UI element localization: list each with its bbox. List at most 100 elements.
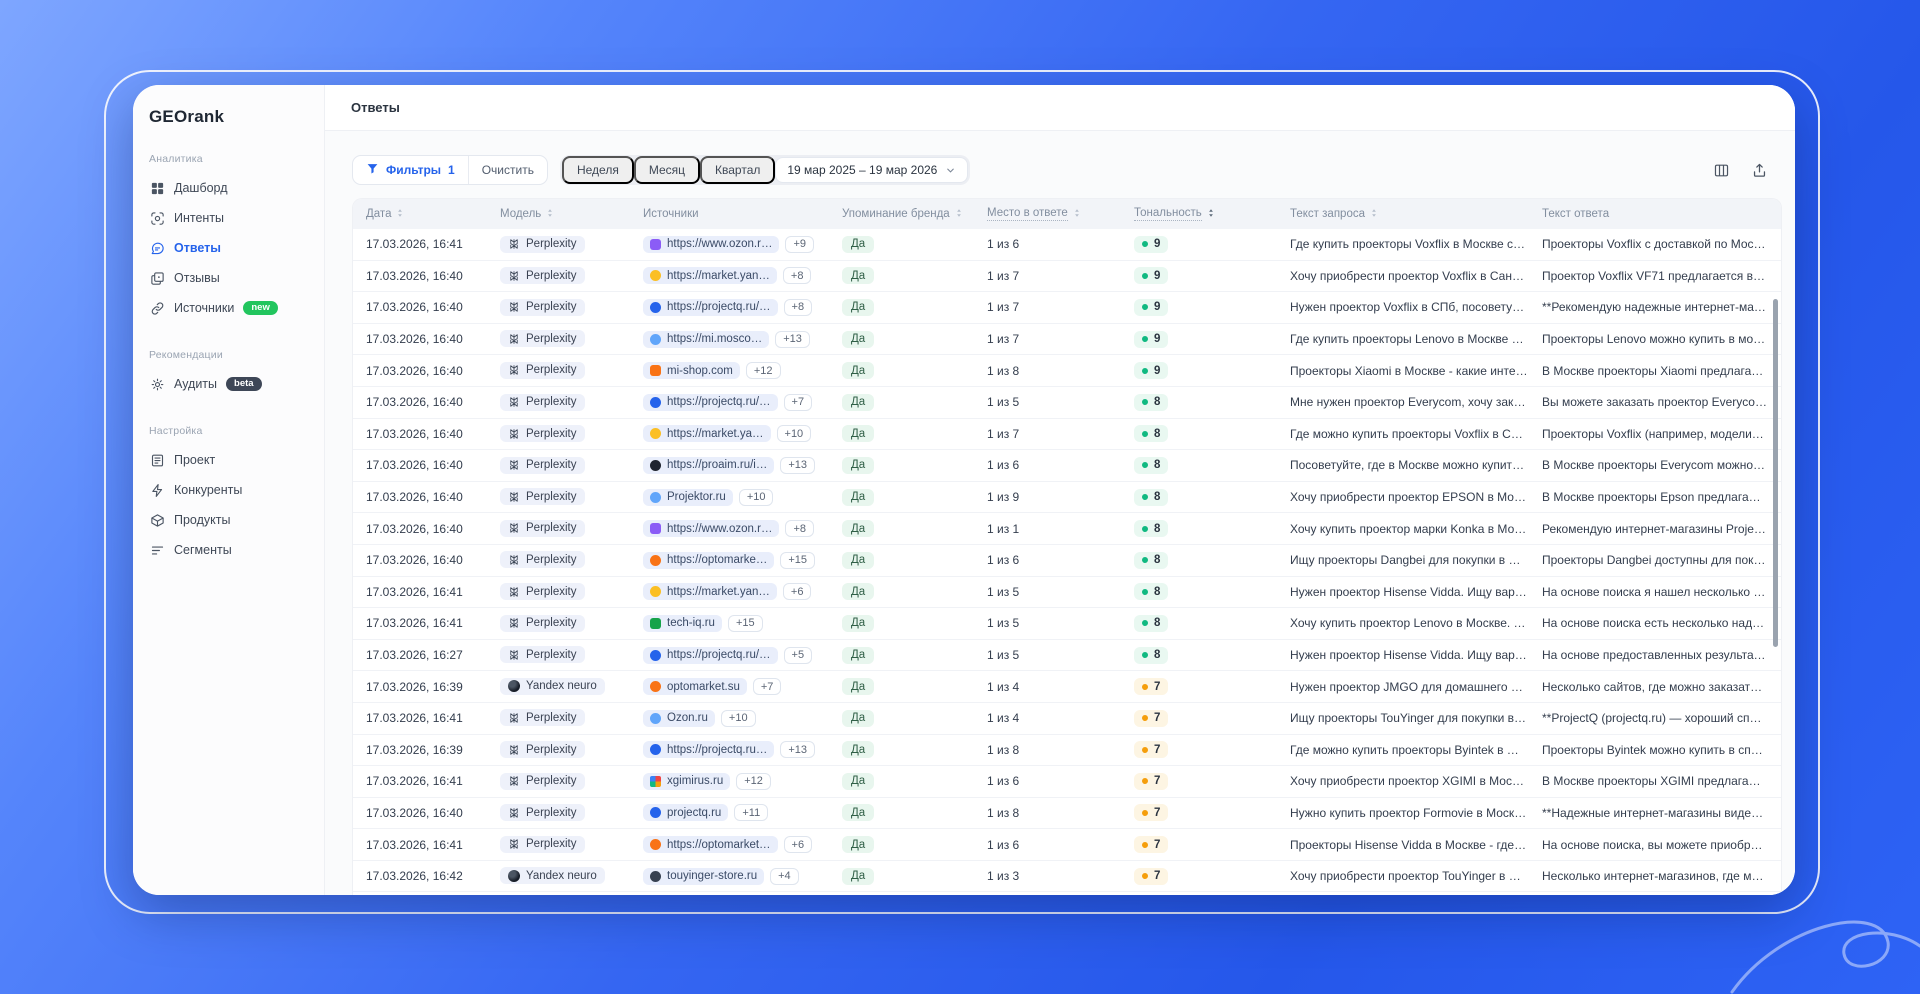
extra-sources-count[interactable]: +7 xyxy=(783,393,813,411)
table-row[interactable]: 17.03.2026, 16:40 Perplexity https://mi.mo… xyxy=(353,324,1781,356)
extra-sources-count[interactable]: +8 xyxy=(783,298,813,316)
page-title: Ответы xyxy=(351,100,400,115)
table-row[interactable]: 17.03.2026, 16:41 Perplexity https://optom… xyxy=(353,829,1781,861)
source-chip[interactable]: https://www.ozon.r… xyxy=(643,235,780,253)
extra-sources-count[interactable]: +9 xyxy=(785,235,815,253)
table-row[interactable]: 17.03.2026, 16:40 Perplexity https://optom… xyxy=(353,545,1781,577)
sidebar-item-competitors[interactable]: Конкуренты xyxy=(149,475,308,505)
source-chip[interactable]: https://proaim.ru/i… xyxy=(643,456,775,474)
cell-answer-text: Проектор Voxflix VF71 предлагается в Сан… xyxy=(1542,268,1781,283)
model-chip: Perplexity xyxy=(500,267,585,285)
sidebar-item-products[interactable]: Продукты xyxy=(149,505,308,535)
mention-badge: Да xyxy=(842,235,875,253)
source-chip[interactable]: https://www.ozon.r… xyxy=(643,520,780,538)
source-chip[interactable]: Projektor.ru xyxy=(643,488,733,506)
extra-sources-count[interactable]: +12 xyxy=(745,362,781,380)
table-row[interactable]: 17.03.2026, 16:40 Perplexity projectq.ru +1… xyxy=(353,798,1781,830)
extra-sources-count[interactable]: +10 xyxy=(738,488,774,506)
sidebar-item-intents[interactable]: Интенты xyxy=(149,203,308,233)
mention-badge: Да xyxy=(842,678,875,696)
table-row[interactable]: 17.03.2026, 16:40 Perplexity https://marke… xyxy=(353,261,1781,293)
source-chip[interactable]: https://projectq.ru… xyxy=(643,741,775,759)
columns-settings-button[interactable] xyxy=(1710,159,1732,181)
source-chip[interactable]: mi-shop.com xyxy=(643,362,740,380)
extra-sources-count[interactable]: +10 xyxy=(720,709,756,727)
source-chip[interactable]: optomarket.su xyxy=(643,678,747,696)
cell-query-text: Где купить проекторы Lenovo в Москве в и… xyxy=(1290,332,1542,347)
source-chip[interactable]: xgimirus.ru xyxy=(643,772,731,790)
source-chip[interactable]: tech-iq.ru xyxy=(643,614,722,632)
column-header-текст-запроса[interactable]: Текст запроса xyxy=(1290,208,1542,221)
extra-sources-count[interactable]: +7 xyxy=(752,678,782,696)
extra-sources-count[interactable]: +4 xyxy=(770,867,799,885)
segments-icon xyxy=(149,542,165,558)
source-chip[interactable]: https://optomarket… xyxy=(643,836,778,854)
extra-sources-count[interactable]: +6 xyxy=(782,583,812,601)
column-header-место-в-ответе[interactable]: Место в ответе xyxy=(987,207,1134,221)
extra-sources-count[interactable]: +13 xyxy=(775,330,810,348)
table-row[interactable]: 17.03.2026, 16:40 Perplexity https://proai… xyxy=(353,450,1781,482)
source-chip[interactable]: https://market.yan… xyxy=(643,267,777,285)
table-row[interactable]: 17.03.2026, 16:40 Perplexity https://marke… xyxy=(353,419,1781,451)
column-header-дата[interactable]: Дата xyxy=(366,208,500,221)
table-row[interactable]: 17.03.2026, 16:27 Perplexity https://proje… xyxy=(353,640,1781,672)
column-header-модель[interactable]: Модель xyxy=(500,208,643,221)
table-row[interactable]: 17.03.2026, 16:40 Perplexity https://proje… xyxy=(353,387,1781,419)
extra-sources-count[interactable]: +5 xyxy=(783,646,813,664)
extra-sources-count[interactable]: +13 xyxy=(780,741,816,759)
extra-sources-count[interactable]: +13 xyxy=(780,456,816,474)
source-chip[interactable]: https://mi.mosco… xyxy=(643,330,770,348)
column-header-тональность[interactable]: Тональность xyxy=(1134,207,1290,221)
sidebar-item-audits[interactable]: Аудиты beta xyxy=(149,369,308,399)
sidebar-item-dashboard[interactable]: Дашборд xyxy=(149,173,308,203)
table-row[interactable]: 17.03.2026, 16:42 Yandex neuro touyinger-s… xyxy=(353,861,1781,893)
source-chip[interactable]: https://optomarke… xyxy=(643,551,775,569)
source-chip[interactable]: https://projectq.ru/… xyxy=(643,393,778,411)
table-row[interactable]: 17.03.2026, 16:41 Perplexity Ozon.ru +10 Да 1… xyxy=(353,703,1781,735)
date-range-picker[interactable]: 19 мар 2025 – 19 мар 2026 xyxy=(775,157,969,183)
table-row[interactable]: 17.03.2026, 16:39 Yandex neuro optomarket.… xyxy=(353,671,1781,703)
extra-sources-count[interactable]: +8 xyxy=(782,267,812,285)
extra-sources-count[interactable]: +8 xyxy=(785,520,815,538)
export-button[interactable] xyxy=(1748,159,1770,181)
period-option[interactable]: Месяц xyxy=(633,156,701,184)
cell-place: 1 из 6 xyxy=(987,553,1020,568)
table-row[interactable]: 17.03.2026, 16:41 Perplexity tech-iq.ru +15… xyxy=(353,608,1781,640)
vertical-scrollbar[interactable] xyxy=(1773,299,1778,647)
table-row[interactable]: 17.03.2026, 16:40 Perplexity Projektor.ru +… xyxy=(353,482,1781,514)
table-row[interactable]: 17.03.2026, 16:41 Perplexity xgimirus.ru +1… xyxy=(353,766,1781,798)
source-favicon-icon xyxy=(650,333,661,345)
extra-sources-count[interactable]: +11 xyxy=(734,804,769,822)
cell-model: Perplexity xyxy=(500,709,643,727)
cell-model: Perplexity xyxy=(500,330,643,348)
source-chip[interactable]: touyinger-store.ru xyxy=(643,867,765,885)
source-chip[interactable]: Ozon.ru xyxy=(643,709,715,727)
table-row[interactable]: 17.03.2026, 16:41 Perplexity https://marke… xyxy=(353,577,1781,609)
period-option[interactable]: Неделя xyxy=(561,156,634,184)
table-row[interactable]: 17.03.2026, 16:40 Perplexity mi-shop.com +1… xyxy=(353,355,1781,387)
column-header-упоминание-бренда[interactable]: Упоминание бренда xyxy=(842,208,987,221)
sidebar-item-reviews[interactable]: Отзывы xyxy=(149,263,308,293)
table-row[interactable]: 17.03.2026, 16:41 Perplexity https://www.o… xyxy=(353,229,1781,261)
extra-sources-count[interactable]: +15 xyxy=(727,614,763,632)
source-chip[interactable]: https://projectq.ru/… xyxy=(643,646,778,664)
extra-sources-count[interactable]: +12 xyxy=(736,772,771,790)
cell-answer-text: Проекторы Byintek можно купить в специал… xyxy=(1542,742,1781,757)
clear-filters-button[interactable]: Очистить xyxy=(469,156,547,184)
source-chip[interactable]: https://market.yan… xyxy=(643,583,777,601)
extra-sources-count[interactable]: +6 xyxy=(783,836,813,854)
extra-sources-count[interactable]: +15 xyxy=(780,551,816,569)
sidebar-item-segments[interactable]: Сегменты xyxy=(149,535,308,565)
filters-button[interactable]: Фильтры 1 xyxy=(353,156,469,184)
sidebar-item-project[interactable]: Проект xyxy=(149,445,308,475)
source-chip[interactable]: projectq.ru xyxy=(643,804,729,822)
table-row[interactable]: 17.03.2026, 16:40 Perplexity https://www.o… xyxy=(353,513,1781,545)
sidebar-item-answers[interactable]: Ответы xyxy=(149,233,308,263)
table-row[interactable]: 17.03.2026, 16:40 Perplexity https://proje… xyxy=(353,292,1781,324)
table-row[interactable]: 17.03.2026, 16:39 Perplexity https://proje… xyxy=(353,735,1781,767)
period-option[interactable]: Квартал xyxy=(700,156,776,184)
extra-sources-count[interactable]: +10 xyxy=(776,425,812,443)
source-chip[interactable]: https://market.ya… xyxy=(643,425,771,443)
source-chip[interactable]: https://projectq.ru/… xyxy=(643,298,778,316)
sidebar-item-sources[interactable]: Источники new xyxy=(149,293,308,323)
